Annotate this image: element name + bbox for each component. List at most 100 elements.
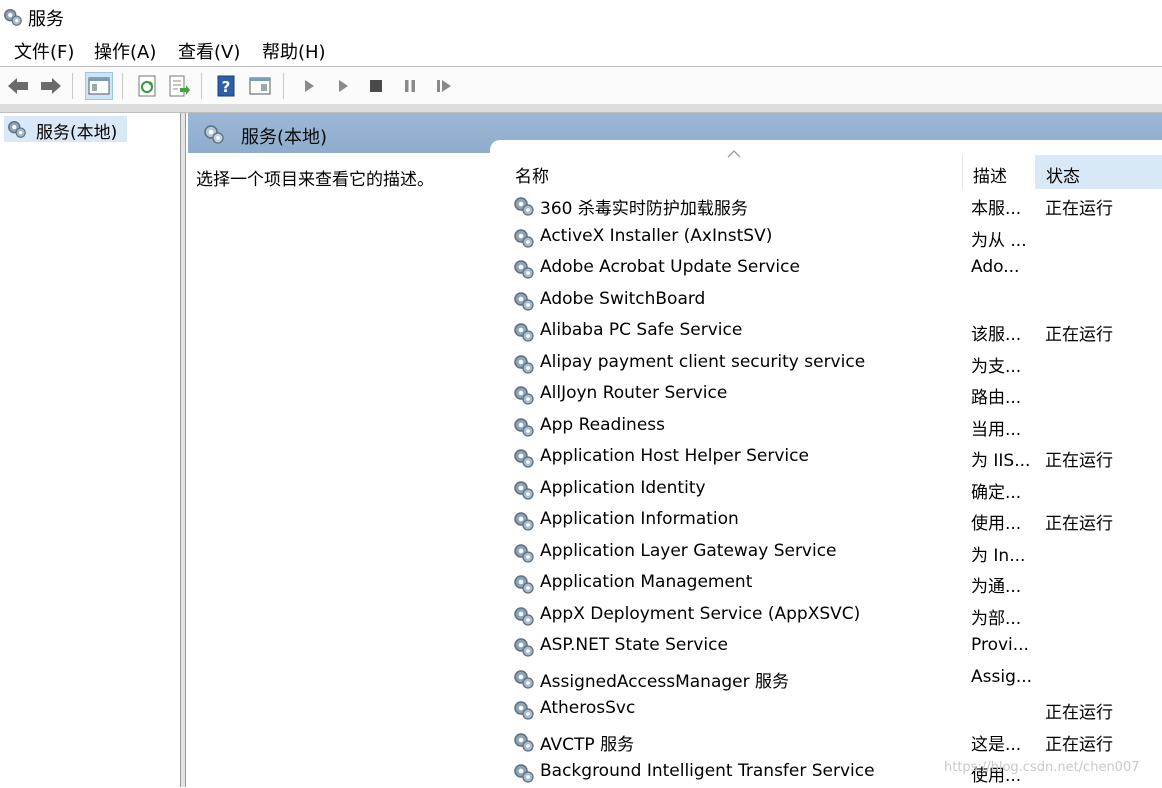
- service-status: 正在运行: [1045, 325, 1113, 345]
- service-description: 路由...: [971, 388, 1022, 408]
- service-gear-icon: [514, 354, 534, 374]
- help-icon[interactable]: ?: [213, 73, 239, 99]
- svg-text:?: ?: [222, 78, 231, 96]
- service-name: Application Information: [540, 509, 739, 529]
- service-description: 本服...: [971, 199, 1022, 219]
- service-gear-icon: [514, 543, 534, 563]
- toolbar-separator: [122, 73, 123, 99]
- service-description: Assig...: [971, 666, 1033, 687]
- service-row[interactable]: Adobe Acrobat Update Service Ado...: [505, 253, 1162, 284]
- service-row[interactable]: Application Identity 确定...: [505, 474, 1162, 505]
- menu-action[interactable]: 操作(A): [94, 38, 156, 64]
- service-gear-icon: [514, 606, 534, 626]
- service-description: Ado...: [971, 257, 1020, 277]
- service-row[interactable]: AssignedAccessManager 服务 Assig...: [505, 663, 1162, 694]
- service-row[interactable]: Alipay payment client security service 为支…: [505, 348, 1162, 379]
- service-name: AllJoyn Router Service: [540, 383, 728, 403]
- service-row[interactable]: Application Layer Gateway Service 为 In...: [505, 537, 1162, 568]
- tree-item-services-local[interactable]: 服务(本地): [4, 116, 127, 143]
- service-name: ActiveX Installer (AxInstSV): [540, 225, 773, 246]
- service-gear-icon: [514, 291, 534, 311]
- toolbar: ?: [0, 66, 1162, 105]
- stop-icon[interactable]: [363, 73, 389, 99]
- service-status: 正在运行: [1045, 451, 1113, 471]
- service-row[interactable]: Adobe SwitchBoard: [505, 285, 1162, 316]
- service-name: AVCTP 服务: [540, 734, 635, 755]
- toolbar-separator: [283, 73, 284, 99]
- service-row[interactable]: Alibaba PC Safe Service 该服... 正在运行: [505, 316, 1162, 347]
- start-alt-icon[interactable]: [330, 73, 356, 99]
- service-name: Adobe SwitchBoard: [540, 288, 706, 309]
- service-gear-icon: [514, 323, 534, 342]
- service-row[interactable]: 360 杀毒实时防护加载服务 本服... 正在运行: [505, 190, 1162, 221]
- pause-icon[interactable]: [397, 73, 423, 99]
- services-gear-icon: [204, 125, 224, 144]
- toolbar-separator: [72, 73, 73, 99]
- column-header-label: 名称: [515, 167, 549, 187]
- service-status: 正在运行: [1045, 199, 1113, 219]
- back-icon[interactable]: [5, 73, 31, 99]
- service-description: Provi...: [971, 635, 1029, 655]
- service-row[interactable]: AVCTP 服务 这是... 正在运行: [505, 726, 1162, 757]
- toolbar-separator: [201, 73, 202, 99]
- console-tree-icon[interactable]: [85, 72, 113, 100]
- menu-view[interactable]: 查看(V): [178, 38, 240, 64]
- refresh-icon[interactable]: [134, 73, 160, 99]
- service-description: 这是...: [971, 734, 1022, 755]
- service-row[interactable]: ASP.NET State Service Provi...: [505, 631, 1162, 662]
- service-name: AtherosSvc: [540, 698, 636, 718]
- start-icon[interactable]: [296, 73, 322, 99]
- service-name: App Readiness: [540, 414, 666, 435]
- service-name: Application Host Helper Service: [540, 446, 809, 466]
- service-gear-icon: [514, 669, 534, 689]
- column-header-name[interactable]: 名称: [505, 155, 960, 189]
- service-status: 正在运行: [1045, 734, 1113, 755]
- service-gear-icon: [514, 197, 534, 216]
- column-header-label: 描述: [973, 167, 1007, 187]
- menu-file[interactable]: 文件(F): [14, 38, 74, 64]
- service-description: 为 In...: [971, 545, 1026, 566]
- service-name: 360 杀毒实时防护加载服务: [540, 199, 748, 219]
- service-name: Alipay payment client security service: [540, 351, 866, 372]
- title-bar: 服务: [0, 0, 1162, 34]
- services-gear-icon: [8, 120, 26, 138]
- pane-title: 服务(本地): [241, 127, 328, 148]
- service-row[interactable]: Application Information 使用... 正在运行: [505, 505, 1162, 536]
- service-description: 为部...: [971, 608, 1022, 629]
- column-header-description[interactable]: 描述: [962, 155, 1035, 189]
- service-row[interactable]: ActiveX Installer (AxInstSV) 为从 ...: [505, 222, 1162, 253]
- service-gear-icon: [514, 732, 534, 752]
- watermark: https://blog.csdn.net/chen007: [944, 760, 1140, 775]
- service-gear-icon: [514, 701, 534, 720]
- menu-bar: 文件(F) 操作(A) 查看(V) 帮助(H): [0, 36, 1162, 66]
- service-name: Application Management: [540, 572, 753, 592]
- service-row[interactable]: AllJoyn Router Service 路由...: [505, 379, 1162, 410]
- properties-icon[interactable]: [247, 73, 273, 99]
- toolbar-divider: [0, 104, 1162, 113]
- column-header-status[interactable]: 状态: [1035, 155, 1162, 189]
- service-gear-icon: [514, 512, 534, 531]
- service-description: 为通...: [971, 577, 1022, 597]
- column-header-label: 状态: [1046, 167, 1080, 187]
- service-row[interactable]: AtherosSvc 正在运行: [505, 694, 1162, 725]
- service-row[interactable]: Application Host Helper Service 为 IIS... 正…: [505, 442, 1162, 473]
- window-title: 服务: [28, 9, 64, 30]
- menu-help[interactable]: 帮助(H): [262, 38, 326, 64]
- service-row[interactable]: App Readiness 当用...: [505, 411, 1162, 442]
- service-gear-icon: [514, 417, 534, 437]
- service-gear-icon: [514, 638, 534, 657]
- service-row[interactable]: Application Management 为通...: [505, 568, 1162, 599]
- service-row[interactable]: AppX Deployment Service (AppXSVC) 为部...: [505, 600, 1162, 631]
- export-list-icon[interactable]: [166, 73, 192, 99]
- restart-icon[interactable]: [431, 73, 457, 99]
- service-gear-icon: [514, 260, 534, 279]
- service-name: ASP.NET State Service: [540, 635, 728, 655]
- forward-icon[interactable]: [38, 73, 64, 99]
- console-tree: 服务(本地): [0, 113, 180, 787]
- services-gear-icon: [4, 8, 22, 26]
- service-description: 为 IIS...: [971, 451, 1031, 471]
- pane-splitter[interactable]: [180, 113, 186, 787]
- service-gear-icon: [514, 386, 534, 405]
- service-name: AppX Deployment Service (AppXSVC): [540, 603, 861, 624]
- service-gear-icon: [514, 575, 534, 594]
